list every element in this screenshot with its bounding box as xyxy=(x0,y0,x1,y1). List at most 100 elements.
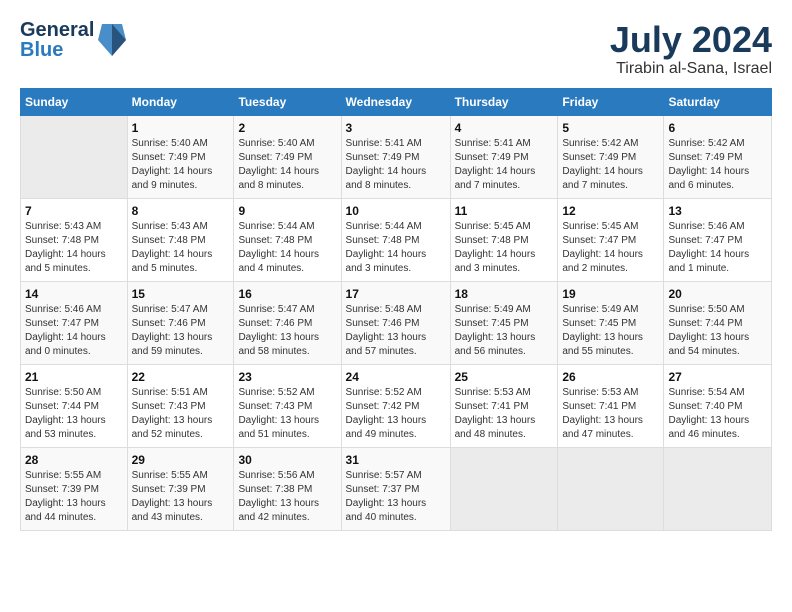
week-row-4: 21 Sunrise: 5:50 AMSunset: 7:44 PMDayligh… xyxy=(21,364,772,447)
day-info: Sunrise: 5:46 AMSunset: 7:47 PMDaylight:… xyxy=(25,303,123,359)
day-cell: 29 Sunrise: 5:55 AMSunset: 7:39 PMDayligh… xyxy=(127,447,234,530)
day-info: Sunrise: 5:54 AMSunset: 7:40 PMDaylight:… xyxy=(668,386,767,442)
day-cell: 9Sunrise: 5:44 AMSunset: 7:48 PMDaylight… xyxy=(234,198,341,281)
day-cell: 3Sunrise: 5:41 AMSunset: 7:49 PMDaylight… xyxy=(341,115,450,198)
day-number: 25 xyxy=(455,370,554,384)
day-info: Sunrise: 5:45 AMSunset: 7:47 PMDaylight:… xyxy=(562,220,659,276)
day-number: 22 xyxy=(132,370,230,384)
day-info: Sunrise: 5:43 AMSunset: 7:48 PMDaylight:… xyxy=(25,220,123,276)
day-cell: 4 Sunrise: 5:41 AMSunset: 7:49 PMDaylight… xyxy=(450,115,558,198)
day-number: 18 xyxy=(455,287,554,301)
header-day-friday: Friday xyxy=(558,88,664,115)
week-row-3: 14Sunrise: 5:46 AMSunset: 7:47 PMDayligh… xyxy=(21,281,772,364)
day-info: Sunrise: 5:43 AMSunset: 7:48 PMDaylight:… xyxy=(132,220,230,276)
day-cell: 27 Sunrise: 5:54 AMSunset: 7:40 PMDayligh… xyxy=(664,364,772,447)
day-cell: 11Sunrise: 5:45 AMSunset: 7:48 PMDayligh… xyxy=(450,198,558,281)
day-cell: 12Sunrise: 5:45 AMSunset: 7:47 PMDayligh… xyxy=(558,198,664,281)
day-cell: 5 Sunrise: 5:42 AMSunset: 7:49 PMDaylight… xyxy=(558,115,664,198)
day-info: Sunrise: 5:47 AMSunset: 7:46 PMDaylight:… xyxy=(238,303,336,359)
day-info: Sunrise: 5:50 AMSunset: 7:44 PMDaylight:… xyxy=(25,386,123,442)
day-number: 4 xyxy=(455,121,554,135)
logo-icon xyxy=(98,22,126,58)
day-info: Sunrise: 5:44 AMSunset: 7:48 PMDaylight:… xyxy=(238,220,336,276)
header-day-wednesday: Wednesday xyxy=(341,88,450,115)
logo-blue: Blue xyxy=(20,40,94,60)
day-number: 28 xyxy=(25,453,123,467)
day-number: 21 xyxy=(25,370,123,384)
day-number: 23 xyxy=(238,370,336,384)
day-cell: 31Sunrise: 5:57 AMSunset: 7:37 PMDayligh… xyxy=(341,447,450,530)
day-info: Sunrise: 5:55 AMSunset: 7:39 PMDaylight:… xyxy=(25,469,123,525)
day-number: 5 xyxy=(562,121,659,135)
day-info: Sunrise: 5:42 AMSunset: 7:49 PMDaylight:… xyxy=(562,137,659,193)
day-info: Sunrise: 5:53 AMSunset: 7:41 PMDaylight:… xyxy=(562,386,659,442)
day-number: 24 xyxy=(346,370,446,384)
day-number: 11 xyxy=(455,204,554,218)
day-cell xyxy=(21,115,128,198)
header-day-tuesday: Tuesday xyxy=(234,88,341,115)
day-number: 10 xyxy=(346,204,446,218)
day-cell: 10 Sunrise: 5:44 AMSunset: 7:48 PMDayligh… xyxy=(341,198,450,281)
day-number: 16 xyxy=(238,287,336,301)
day-cell xyxy=(558,447,664,530)
day-cell: 2 Sunrise: 5:40 AMSunset: 7:49 PMDaylight… xyxy=(234,115,341,198)
day-number: 29 xyxy=(132,453,230,467)
day-info: Sunrise: 5:41 AMSunset: 7:49 PMDaylight:… xyxy=(455,137,554,193)
day-cell: 7 Sunrise: 5:43 AMSunset: 7:48 PMDaylight… xyxy=(21,198,128,281)
logo: General Blue xyxy=(20,20,126,60)
day-info: Sunrise: 5:47 AMSunset: 7:46 PMDaylight:… xyxy=(132,303,230,359)
day-cell: 6Sunrise: 5:42 AMSunset: 7:49 PMDaylight… xyxy=(664,115,772,198)
calendar-header: SundayMondayTuesdayWednesdayThursdayFrid… xyxy=(21,88,772,115)
day-info: Sunrise: 5:40 AMSunset: 7:49 PMDaylight:… xyxy=(238,137,336,193)
day-info: Sunrise: 5:57 AMSunset: 7:37 PMDaylight:… xyxy=(346,469,446,525)
day-info: Sunrise: 5:44 AMSunset: 7:48 PMDaylight:… xyxy=(346,220,446,276)
day-info: Sunrise: 5:49 AMSunset: 7:45 PMDaylight:… xyxy=(455,303,554,359)
day-info: Sunrise: 5:49 AMSunset: 7:45 PMDaylight:… xyxy=(562,303,659,359)
day-info: Sunrise: 5:46 AMSunset: 7:47 PMDaylight:… xyxy=(668,220,767,276)
day-number: 17 xyxy=(346,287,446,301)
day-number: 30 xyxy=(238,453,336,467)
day-number: 19 xyxy=(562,287,659,301)
week-row-2: 7 Sunrise: 5:43 AMSunset: 7:48 PMDaylight… xyxy=(21,198,772,281)
day-number: 1 xyxy=(132,121,230,135)
day-cell: 17Sunrise: 5:48 AMSunset: 7:46 PMDayligh… xyxy=(341,281,450,364)
day-number: 13 xyxy=(668,204,767,218)
day-number: 20 xyxy=(668,287,767,301)
day-cell: 15 Sunrise: 5:47 AMSunset: 7:46 PMDayligh… xyxy=(127,281,234,364)
day-cell: 23 Sunrise: 5:52 AMSunset: 7:43 PMDayligh… xyxy=(234,364,341,447)
logo-general: General xyxy=(20,20,94,40)
day-number: 6 xyxy=(668,121,767,135)
day-info: Sunrise: 5:56 AMSunset: 7:38 PMDaylight:… xyxy=(238,469,336,525)
header-day-saturday: Saturday xyxy=(664,88,772,115)
day-number: 27 xyxy=(668,370,767,384)
day-cell: 20 Sunrise: 5:50 AMSunset: 7:44 PMDayligh… xyxy=(664,281,772,364)
day-cell: 28 Sunrise: 5:55 AMSunset: 7:39 PMDayligh… xyxy=(21,447,128,530)
calendar-table: SundayMondayTuesdayWednesdayThursdayFrid… xyxy=(20,88,772,531)
month-title: July 2024 xyxy=(610,20,772,60)
day-cell: 14Sunrise: 5:46 AMSunset: 7:47 PMDayligh… xyxy=(21,281,128,364)
day-cell: 16 Sunrise: 5:47 AMSunset: 7:46 PMDayligh… xyxy=(234,281,341,364)
day-info: Sunrise: 5:55 AMSunset: 7:39 PMDaylight:… xyxy=(132,469,230,525)
header-day-thursday: Thursday xyxy=(450,88,558,115)
day-cell: 30 Sunrise: 5:56 AMSunset: 7:38 PMDayligh… xyxy=(234,447,341,530)
day-info: Sunrise: 5:51 AMSunset: 7:43 PMDaylight:… xyxy=(132,386,230,442)
day-number: 26 xyxy=(562,370,659,384)
week-row-5: 28 Sunrise: 5:55 AMSunset: 7:39 PMDayligh… xyxy=(21,447,772,530)
day-number: 3 xyxy=(346,121,446,135)
day-cell: 8 Sunrise: 5:43 AMSunset: 7:48 PMDaylight… xyxy=(127,198,234,281)
day-info: Sunrise: 5:52 AMSunset: 7:43 PMDaylight:… xyxy=(238,386,336,442)
page-header: General Blue July 2024 Tirabin al-Sana, … xyxy=(20,20,772,78)
day-cell: 25Sunrise: 5:53 AMSunset: 7:41 PMDayligh… xyxy=(450,364,558,447)
day-cell: 18 Sunrise: 5:49 AMSunset: 7:45 PMDayligh… xyxy=(450,281,558,364)
title-block: July 2024 Tirabin al-Sana, Israel xyxy=(610,20,772,78)
day-info: Sunrise: 5:50 AMSunset: 7:44 PMDaylight:… xyxy=(668,303,767,359)
day-number: 7 xyxy=(25,204,123,218)
day-number: 8 xyxy=(132,204,230,218)
location-title: Tirabin al-Sana, Israel xyxy=(610,60,772,78)
day-number: 15 xyxy=(132,287,230,301)
day-cell: 22 Sunrise: 5:51 AMSunset: 7:43 PMDayligh… xyxy=(127,364,234,447)
day-number: 2 xyxy=(238,121,336,135)
day-cell: 26 Sunrise: 5:53 AMSunset: 7:41 PMDayligh… xyxy=(558,364,664,447)
day-cell: 24Sunrise: 5:52 AMSunset: 7:42 PMDayligh… xyxy=(341,364,450,447)
day-info: Sunrise: 5:40 AMSunset: 7:49 PMDaylight:… xyxy=(132,137,230,193)
